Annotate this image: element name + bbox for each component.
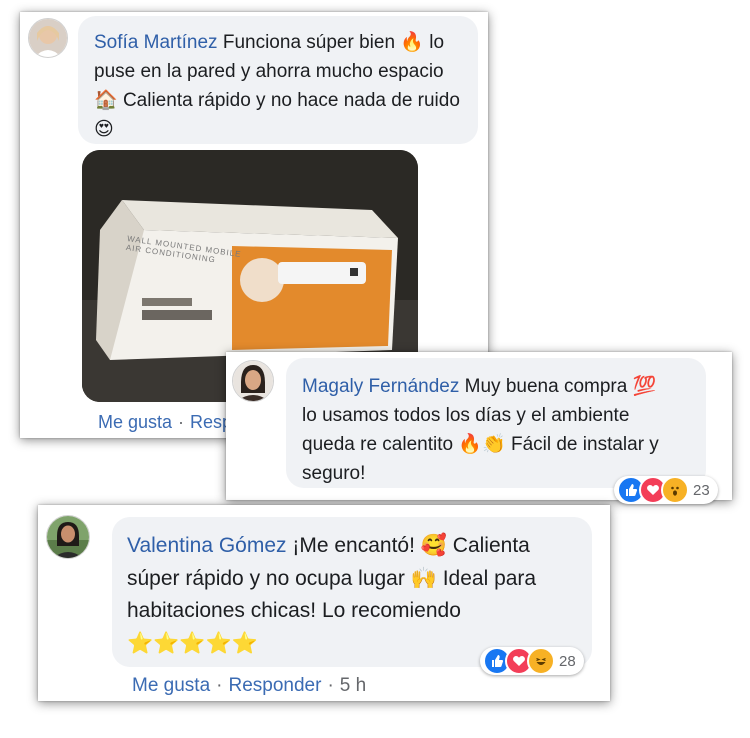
comment-text-part: Calienta xyxy=(452,534,530,557)
avatar[interactable] xyxy=(232,360,274,402)
comment-actions: Me gusta · Resp xyxy=(98,412,232,433)
reply-link[interactable]: Responder xyxy=(228,675,321,696)
comment-text-part: seguro! xyxy=(302,463,366,484)
reaction-count: 28 xyxy=(559,652,576,670)
raised-hands-emoji: 🙌 xyxy=(410,566,437,590)
comment-card-magaly: Magaly Fernández Muy buena compra 💯 lo u… xyxy=(226,352,732,504)
wow-icon xyxy=(661,476,689,504)
like-link[interactable]: Me gusta xyxy=(132,675,210,696)
author-name[interactable]: Magaly Fernández xyxy=(302,376,459,397)
reaction-count: 23 xyxy=(693,481,710,499)
five-stars: ⭐⭐⭐⭐⭐ xyxy=(127,631,258,655)
comment-text: Magaly Fernández Muy buena compra 💯 lo u… xyxy=(302,372,702,488)
comment-card-valentina: Valentina Gómez ¡Me encantó! 🥰 Calienta … xyxy=(38,505,610,701)
avatar-photo xyxy=(233,361,273,401)
comment-text-part: Funciona súper bien xyxy=(222,32,396,53)
comment-text-part: lo usamos todos los días y el ambiente xyxy=(302,405,630,426)
comment-text-part: ¡Me encantó! xyxy=(292,534,415,557)
comment-text-part: Muy buena compra xyxy=(464,376,628,397)
clap-emoji: 👏 xyxy=(482,433,506,455)
comment-text-part: puse en la pared y ahorra mucho espacio xyxy=(94,61,444,82)
comment-text-part: lo xyxy=(429,32,445,53)
avatar[interactable] xyxy=(28,18,68,58)
separator: · xyxy=(327,675,334,696)
reaction-summary[interactable]: 23 xyxy=(614,476,718,504)
smiling-hearts-emoji: 🥰 xyxy=(420,533,447,557)
separator: · xyxy=(216,675,223,696)
avatar-photo xyxy=(29,19,67,57)
fire-emoji: 🔥 xyxy=(458,433,483,455)
house-emoji: 🏠 xyxy=(94,89,118,111)
timestamp: 5 h xyxy=(339,675,367,696)
comment-text-part: súper rápido y no ocupa lugar xyxy=(127,567,405,590)
avatar-photo xyxy=(47,516,89,558)
comment-text-part: Fácil de instalar y xyxy=(510,434,659,455)
separator: · xyxy=(178,412,185,432)
comment-actions: Me gusta · Responder · 5 h xyxy=(132,675,366,697)
haha-icon xyxy=(527,647,555,675)
like-link[interactable]: Me gusta xyxy=(98,412,172,432)
author-name[interactable]: Sofía Martínez xyxy=(94,32,218,53)
comment-text-part: queda re calentito xyxy=(302,434,454,455)
avatar[interactable] xyxy=(46,515,90,559)
hundred-emoji: 💯 xyxy=(632,375,657,397)
fire-emoji: 🔥 xyxy=(400,31,424,53)
comment-text: Valentina Gómez ¡Me encantó! 🥰 Calienta … xyxy=(127,529,587,660)
comment-text: Sofía Martínez Funciona súper bien 🔥 lo … xyxy=(94,28,474,144)
reaction-summary[interactable]: 28 xyxy=(480,647,584,675)
author-name[interactable]: Valentina Gómez xyxy=(127,534,287,557)
comment-text-part: Calienta rápido y no hace nada de ruido xyxy=(122,90,460,111)
comment-text-part: Ideal para xyxy=(442,567,537,590)
heart-eyes-emoji: 😍 xyxy=(94,118,114,140)
comment-text-part: habitaciones chicas! Lo recomiendo xyxy=(127,599,461,622)
